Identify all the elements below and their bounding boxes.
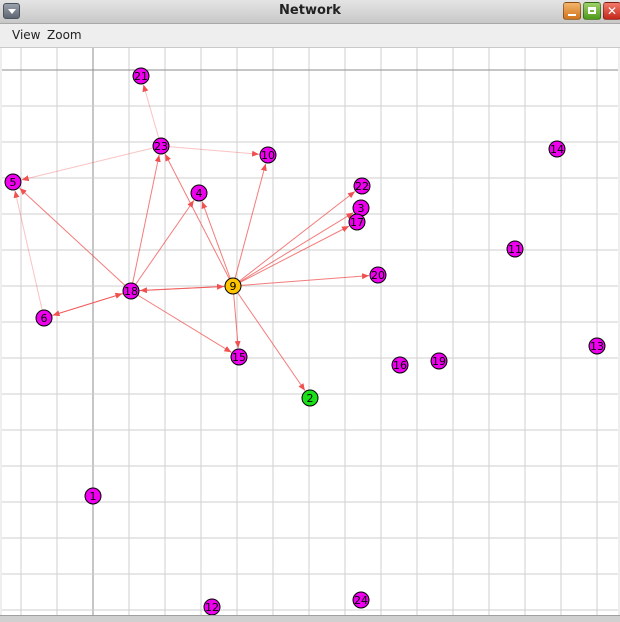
node-13[interactable]: 13	[588, 337, 606, 355]
node-20[interactable]: 20	[369, 266, 387, 284]
grid	[2, 48, 618, 615]
edge-9-17	[232, 225, 350, 287]
edge-9-23	[164, 153, 234, 287]
menu-view[interactable]: View	[12, 28, 40, 42]
node-1[interactable]: 1	[84, 487, 102, 505]
node-label: 15	[232, 351, 246, 364]
node-3[interactable]: 3	[352, 199, 370, 217]
node-16[interactable]: 16	[391, 356, 409, 374]
node-18[interactable]: 18	[122, 282, 140, 300]
edge-18-5	[19, 187, 132, 292]
node-9[interactable]: 9	[224, 277, 242, 295]
node-17[interactable]: 17	[348, 213, 366, 231]
edge-23-10	[160, 145, 260, 157]
network-graph[interactable]: 1234569101112131415161718192021222324	[2, 48, 618, 615]
edge-23-5	[21, 145, 162, 182]
node-19[interactable]: 19	[430, 352, 448, 370]
node-21[interactable]: 21	[132, 67, 150, 85]
window-title: Network	[279, 3, 341, 18]
edges	[13, 84, 370, 391]
node-11[interactable]: 11	[506, 240, 524, 258]
node-4[interactable]: 4	[190, 184, 208, 202]
node-label: 13	[590, 340, 604, 353]
node-label: 16	[393, 359, 407, 372]
node-label: 4	[196, 187, 203, 200]
node-6[interactable]: 6	[35, 309, 53, 327]
node-label: 9	[230, 280, 237, 293]
network-canvas[interactable]: 1 2 3 4 5 6 9 10 11 12 13 14 15 16 17 18 19 20 21 22 23 24	[2, 48, 618, 615]
node-label: 12	[205, 601, 219, 614]
node-24[interactable]: 24	[352, 591, 370, 609]
node-12[interactable]: 12	[203, 598, 221, 615]
maximize-icon[interactable]	[583, 2, 601, 20]
node-label: 18	[124, 285, 138, 298]
close-icon[interactable]: ✕	[603, 2, 620, 20]
node-2[interactable]: 2	[301, 389, 319, 407]
menu-zoom[interactable]: Zoom	[47, 28, 82, 42]
minimize-icon[interactable]	[563, 2, 581, 20]
node-label: 5	[10, 176, 17, 189]
node-label: 2	[307, 392, 314, 405]
node-label: 23	[154, 140, 168, 153]
edge-6-18	[43, 292, 123, 319]
node-label: 22	[355, 180, 369, 193]
node-14[interactable]: 14	[548, 140, 566, 158]
node-label: 24	[354, 594, 368, 607]
node-15[interactable]: 15	[230, 348, 248, 366]
edge-6-5	[13, 190, 45, 319]
node-label: 17	[350, 216, 364, 229]
node-label: 20	[371, 269, 385, 282]
network-window: Network ✕ View Zoom 1 2 3 4 5 6 9 10 11 12 13 14 15 1…	[0, 0, 620, 622]
node-label: 6	[41, 312, 48, 325]
node-label: 19	[432, 355, 446, 368]
node-label: 14	[550, 143, 564, 156]
edge-23-21	[142, 84, 162, 147]
node-label: 11	[508, 243, 522, 256]
edge-9-10	[232, 163, 267, 287]
nodes[interactable]: 1234569101112131415161718192021222324	[4, 67, 606, 615]
edge-9-3	[232, 212, 354, 287]
node-label: 21	[134, 70, 148, 83]
node-label: 10	[261, 149, 275, 162]
menu-bar: View Zoom	[0, 24, 620, 48]
edge-9-2	[232, 285, 306, 391]
edge-18-9	[130, 283, 225, 292]
node-22[interactable]: 22	[353, 177, 371, 195]
node-label: 1	[90, 490, 97, 503]
title-bar[interactable]: Network ✕	[0, 0, 620, 24]
edge-9-22	[232, 191, 356, 287]
node-5[interactable]: 5	[4, 173, 22, 191]
node-23[interactable]: 23	[152, 137, 170, 155]
node-label: 3	[358, 202, 365, 215]
node-10[interactable]: 10	[259, 146, 277, 164]
edge-9-20	[232, 273, 370, 287]
